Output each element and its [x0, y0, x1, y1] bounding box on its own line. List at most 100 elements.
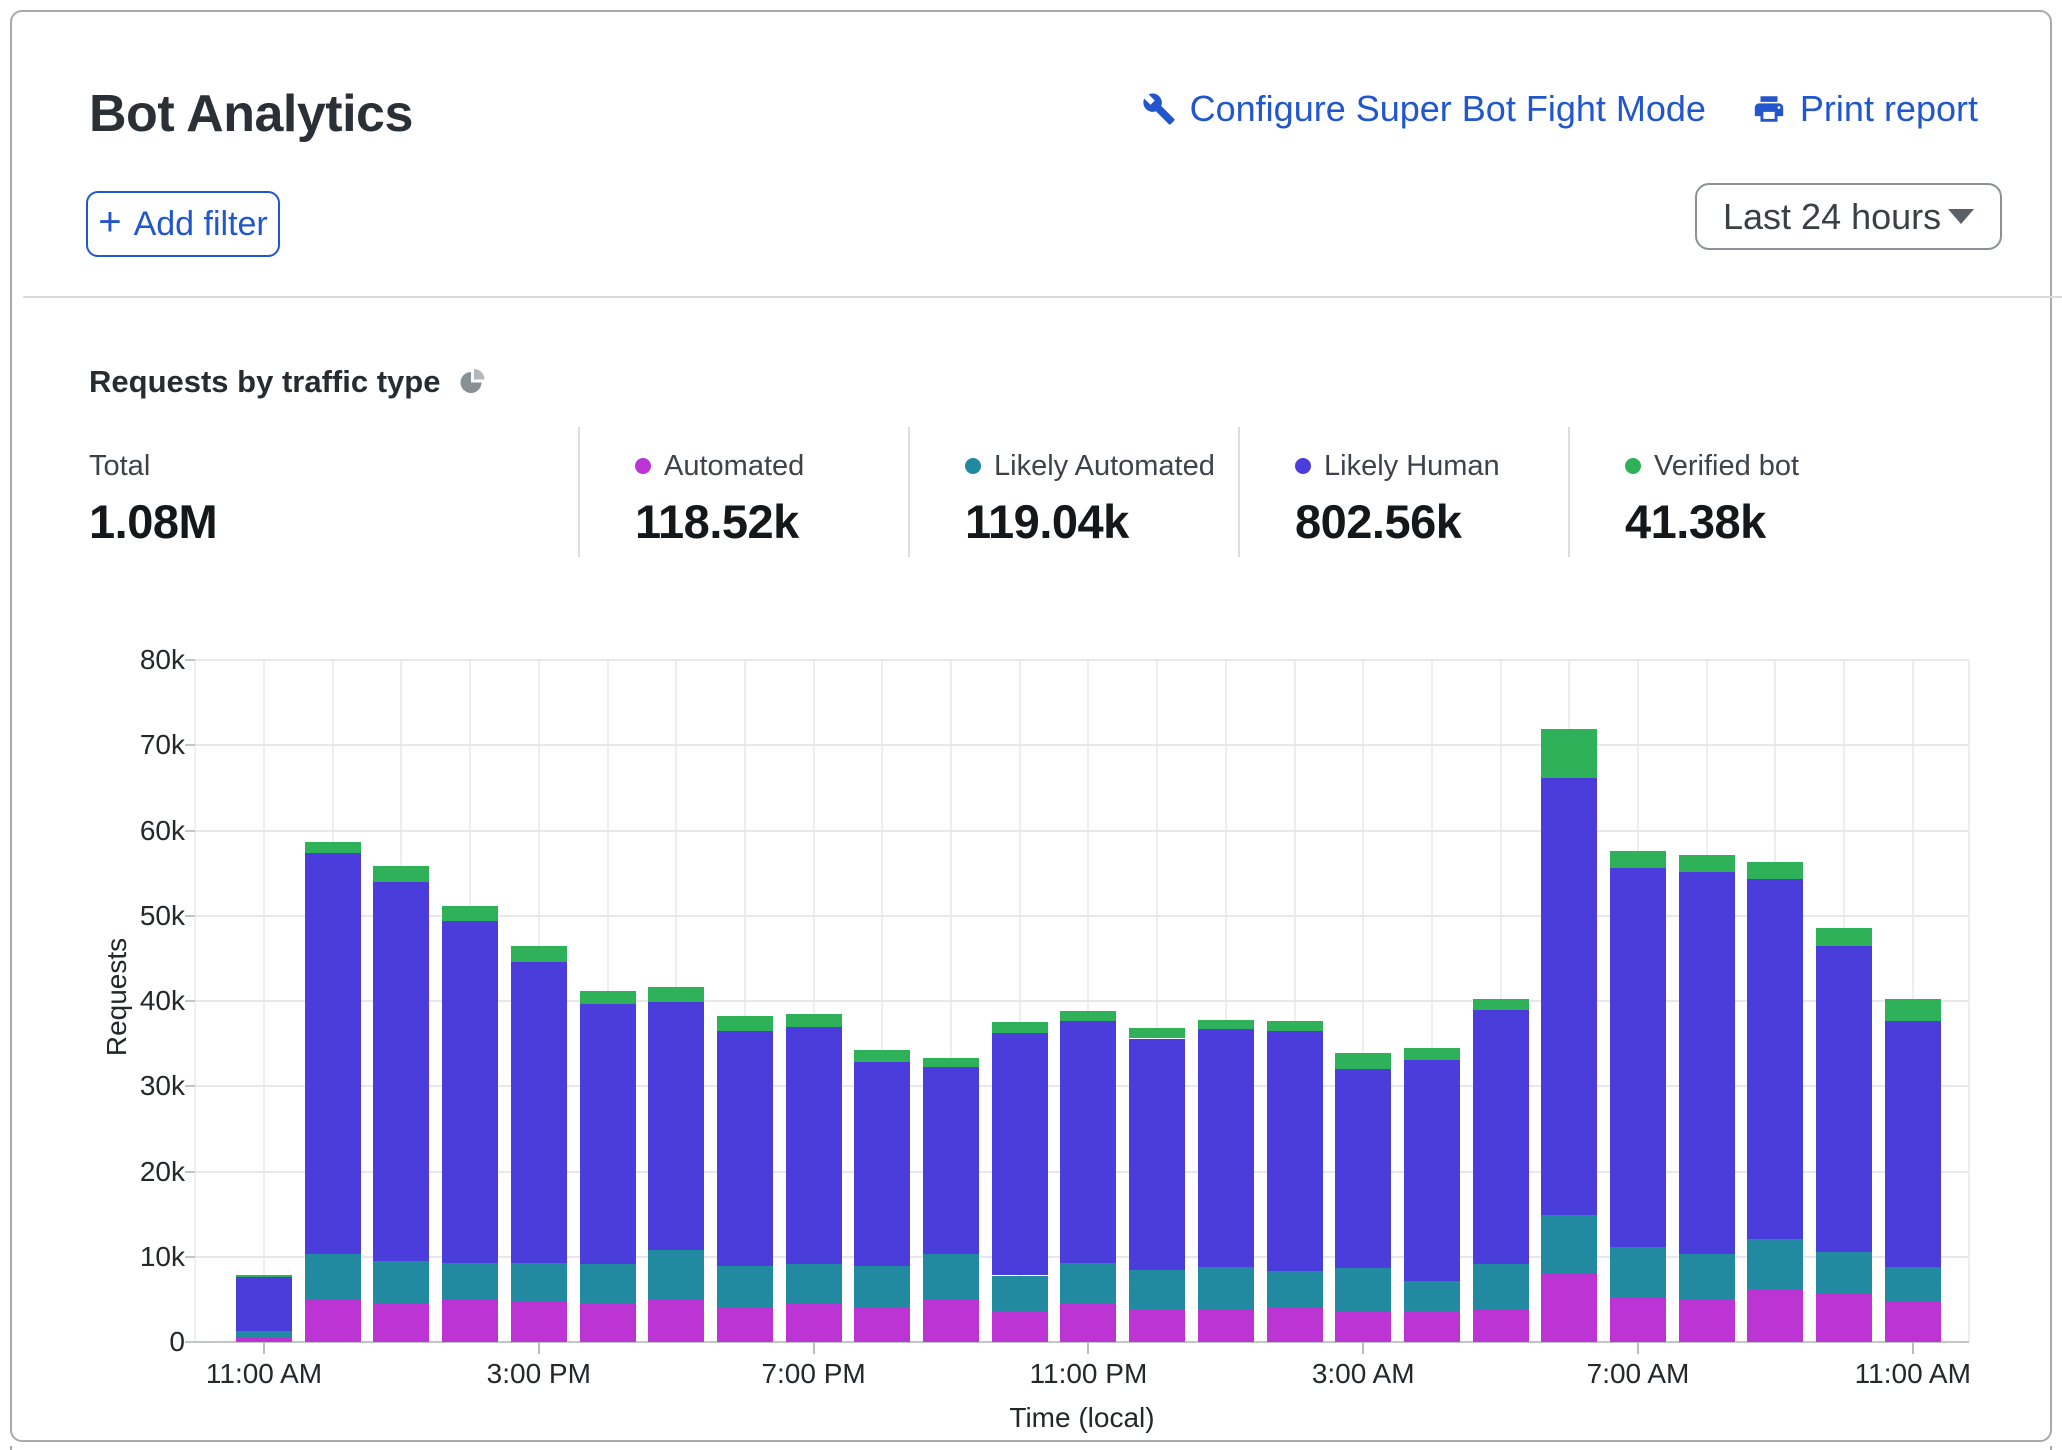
bar-segment-likely-automated[interactable]: [854, 1266, 910, 1307]
bar-segment-automated[interactable]: [1267, 1308, 1323, 1342]
bar-segment-likely-automated[interactable]: [442, 1263, 498, 1301]
bar-segment-likely-human[interactable]: [1885, 1021, 1941, 1267]
bar-segment-likely-human[interactable]: [1404, 1060, 1460, 1281]
bar-segment-likely-automated[interactable]: [786, 1264, 842, 1304]
bar-segment-likely-automated[interactable]: [305, 1254, 361, 1299]
bar-segment-likely-human[interactable]: [1473, 1010, 1529, 1264]
bar-segment-likely-human[interactable]: [717, 1031, 773, 1266]
bar-segment-likely-automated[interactable]: [1335, 1268, 1391, 1312]
bar-segment-likely-human[interactable]: [511, 962, 567, 1263]
bar-segment-automated[interactable]: [373, 1304, 429, 1342]
bar-segment-likely-human[interactable]: [992, 1033, 1048, 1276]
bar-segment-likely-human[interactable]: [1060, 1021, 1116, 1263]
bar-segment-likely-automated[interactable]: [1129, 1270, 1185, 1309]
bar-segment-verified-bot[interactable]: [236, 1275, 292, 1278]
bar-segment-verified-bot[interactable]: [1473, 999, 1529, 1010]
bar-segment-verified-bot[interactable]: [992, 1022, 1048, 1032]
bar-segment-likely-human[interactable]: [648, 1002, 704, 1250]
bar-segment-automated[interactable]: [1335, 1312, 1391, 1342]
bar-segment-likely-human[interactable]: [442, 921, 498, 1263]
bar-segment-verified-bot[interactable]: [1885, 999, 1941, 1021]
bar-segment-verified-bot[interactable]: [373, 866, 429, 881]
bar-segment-likely-human[interactable]: [1610, 868, 1666, 1247]
bar-segment-automated[interactable]: [511, 1302, 567, 1342]
bar-segment-likely-automated[interactable]: [1267, 1271, 1323, 1308]
bar-segment-likely-automated[interactable]: [1816, 1252, 1872, 1295]
bar-segment-likely-human[interactable]: [1129, 1039, 1185, 1270]
bar-segment-automated[interactable]: [854, 1307, 910, 1342]
bar-segment-likely-automated[interactable]: [648, 1250, 704, 1299]
bar-segment-likely-automated[interactable]: [992, 1276, 1048, 1312]
bar-segment-verified-bot[interactable]: [717, 1016, 773, 1030]
bar-segment-automated[interactable]: [786, 1304, 842, 1342]
bar-segment-likely-automated[interactable]: [1198, 1267, 1254, 1310]
bar-segment-verified-bot[interactable]: [1129, 1028, 1185, 1038]
bar-segment-likely-human[interactable]: [305, 853, 361, 1255]
bar-segment-verified-bot[interactable]: [1198, 1020, 1254, 1029]
bar-segment-verified-bot[interactable]: [1267, 1021, 1323, 1031]
bar-segment-likely-human[interactable]: [1816, 946, 1872, 1252]
bar-segment-likely-automated[interactable]: [1679, 1254, 1735, 1299]
x-axis-tick-label: 3:00 PM: [429, 1358, 649, 1390]
bar-segment-likely-automated[interactable]: [923, 1254, 979, 1300]
bar-segment-verified-bot[interactable]: [786, 1014, 842, 1028]
bar-segment-likely-automated[interactable]: [1541, 1215, 1597, 1274]
bar-segment-automated[interactable]: [1679, 1299, 1735, 1342]
bar-segment-likely-human[interactable]: [580, 1004, 636, 1265]
bar-segment-likely-human[interactable]: [1335, 1069, 1391, 1268]
bar-segment-automated[interactable]: [648, 1299, 704, 1342]
bar-segment-verified-bot[interactable]: [580, 991, 636, 1004]
bar-segment-likely-human[interactable]: [786, 1027, 842, 1264]
bar-segment-likely-automated[interactable]: [580, 1264, 636, 1302]
bar-segment-likely-automated[interactable]: [1610, 1247, 1666, 1297]
bar-segment-verified-bot[interactable]: [923, 1058, 979, 1067]
bar-segment-likely-automated[interactable]: [511, 1263, 567, 1302]
bar-segment-likely-automated[interactable]: [373, 1261, 429, 1304]
bar-segment-likely-automated[interactable]: [1404, 1281, 1460, 1312]
bar-segment-automated[interactable]: [580, 1303, 636, 1342]
bar-segment-automated[interactable]: [923, 1300, 979, 1342]
bar-segment-automated[interactable]: [1404, 1311, 1460, 1342]
bar-segment-verified-bot[interactable]: [511, 946, 567, 961]
bar-segment-automated[interactable]: [1610, 1298, 1666, 1342]
bar-segment-verified-bot[interactable]: [854, 1050, 910, 1062]
bar-segment-automated[interactable]: [1747, 1289, 1803, 1342]
bar-segment-automated[interactable]: [1198, 1310, 1254, 1342]
bar-segment-likely-human[interactable]: [1679, 872, 1735, 1254]
bar-segment-automated[interactable]: [992, 1311, 1048, 1342]
bar-segment-likely-human[interactable]: [1541, 778, 1597, 1214]
bar-segment-verified-bot[interactable]: [648, 987, 704, 1001]
bar-segment-automated[interactable]: [305, 1299, 361, 1342]
bar-segment-verified-bot[interactable]: [1747, 862, 1803, 879]
bar-segment-automated[interactable]: [442, 1300, 498, 1342]
bar-segment-automated[interactable]: [1816, 1294, 1872, 1342]
bar-segment-likely-human[interactable]: [373, 882, 429, 1261]
bar-segment-likely-human[interactable]: [854, 1062, 910, 1266]
bar-segment-verified-bot[interactable]: [1541, 729, 1597, 778]
bar-segment-automated[interactable]: [1129, 1309, 1185, 1342]
bar-segment-likely-automated[interactable]: [717, 1266, 773, 1308]
bar-segment-automated[interactable]: [1473, 1310, 1529, 1342]
bar-segment-verified-bot[interactable]: [1404, 1048, 1460, 1060]
bar-segment-likely-human[interactable]: [923, 1067, 979, 1254]
bar-segment-verified-bot[interactable]: [1335, 1053, 1391, 1069]
bar-segment-automated[interactable]: [1885, 1302, 1941, 1342]
bar-segment-verified-bot[interactable]: [1610, 851, 1666, 868]
bar-segment-likely-automated[interactable]: [1885, 1267, 1941, 1302]
bar-segment-verified-bot[interactable]: [1060, 1011, 1116, 1020]
bar-segment-likely-human[interactable]: [236, 1277, 292, 1331]
bar-segment-likely-automated[interactable]: [1060, 1263, 1116, 1303]
bar-segment-likely-human[interactable]: [1267, 1031, 1323, 1271]
bar-segment-verified-bot[interactable]: [1816, 928, 1872, 946]
bar-segment-likely-human[interactable]: [1198, 1029, 1254, 1267]
bar-segment-verified-bot[interactable]: [1679, 855, 1735, 872]
bar-segment-verified-bot[interactable]: [305, 842, 361, 853]
bar-segment-likely-automated[interactable]: [236, 1331, 292, 1338]
bar-segment-automated[interactable]: [1541, 1274, 1597, 1342]
bar-segment-likely-automated[interactable]: [1747, 1239, 1803, 1289]
bar-segment-verified-bot[interactable]: [442, 906, 498, 920]
bar-segment-automated[interactable]: [717, 1308, 773, 1342]
bar-segment-likely-automated[interactable]: [1473, 1264, 1529, 1310]
bar-segment-automated[interactable]: [1060, 1303, 1116, 1342]
bar-segment-likely-human[interactable]: [1747, 879, 1803, 1239]
